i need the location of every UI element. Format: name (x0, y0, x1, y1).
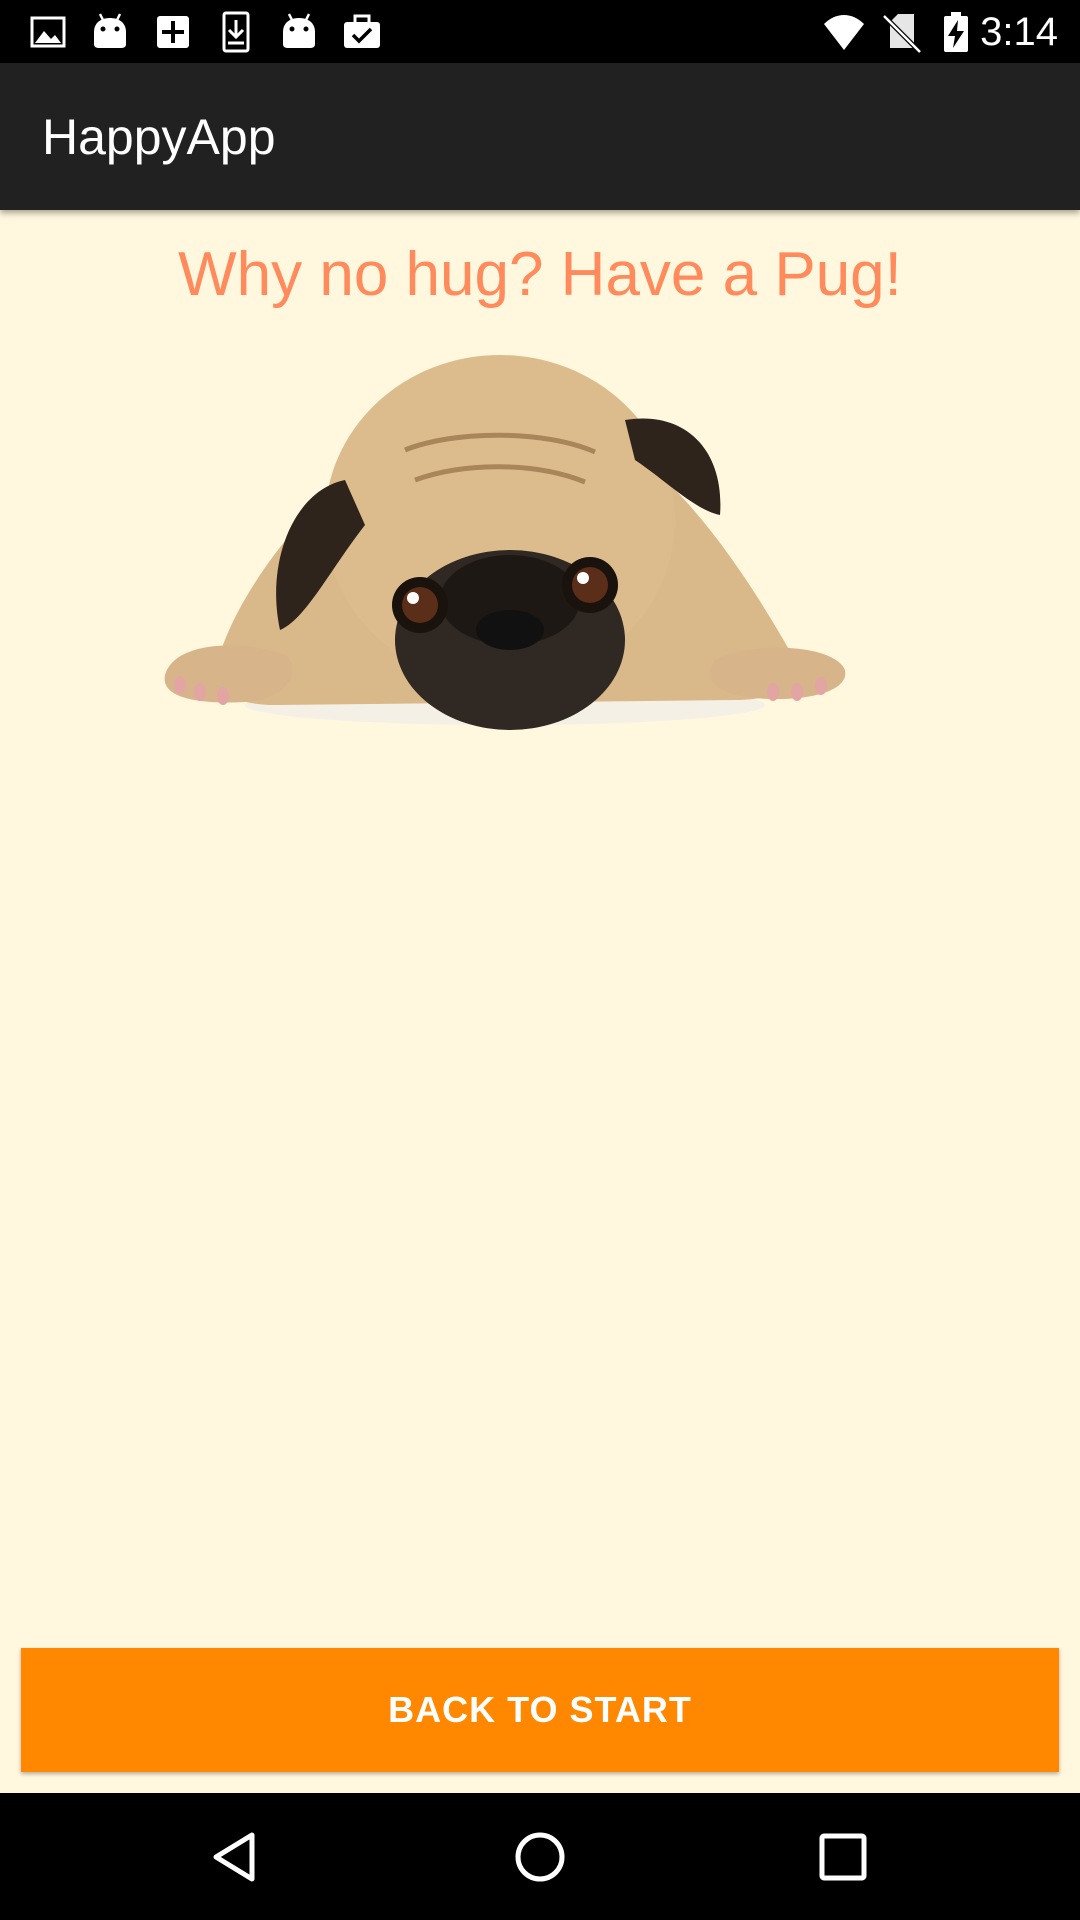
status-time: 3:14 (980, 10, 1058, 54)
back-to-start-button[interactable]: BACK TO START (21, 1648, 1059, 1772)
pug-image (164, 355, 846, 730)
wifi-icon (824, 15, 864, 50)
add-box-icon (157, 16, 189, 48)
work-check-icon (344, 14, 380, 48)
android-icon (283, 13, 315, 48)
no-sim-icon (882, 14, 922, 54)
screen: 3:14 HappyApp Why no hug? Have a Pug! BA… (0, 0, 1080, 1920)
nav-bar (0, 1793, 1080, 1920)
headline: Why no hug? Have a Pug! (178, 240, 902, 309)
image-icon (30, 16, 66, 48)
app-bar: HappyApp (0, 63, 1080, 210)
battery-charging-icon (944, 12, 968, 52)
status-bar: 3:14 (0, 0, 1080, 63)
android-icon (94, 13, 126, 48)
home-icon[interactable] (504, 1821, 576, 1893)
download-icon (222, 11, 250, 53)
recents-icon[interactable] (807, 1821, 879, 1893)
back-icon[interactable] (200, 1821, 272, 1893)
app-title: HappyApp (42, 109, 276, 165)
